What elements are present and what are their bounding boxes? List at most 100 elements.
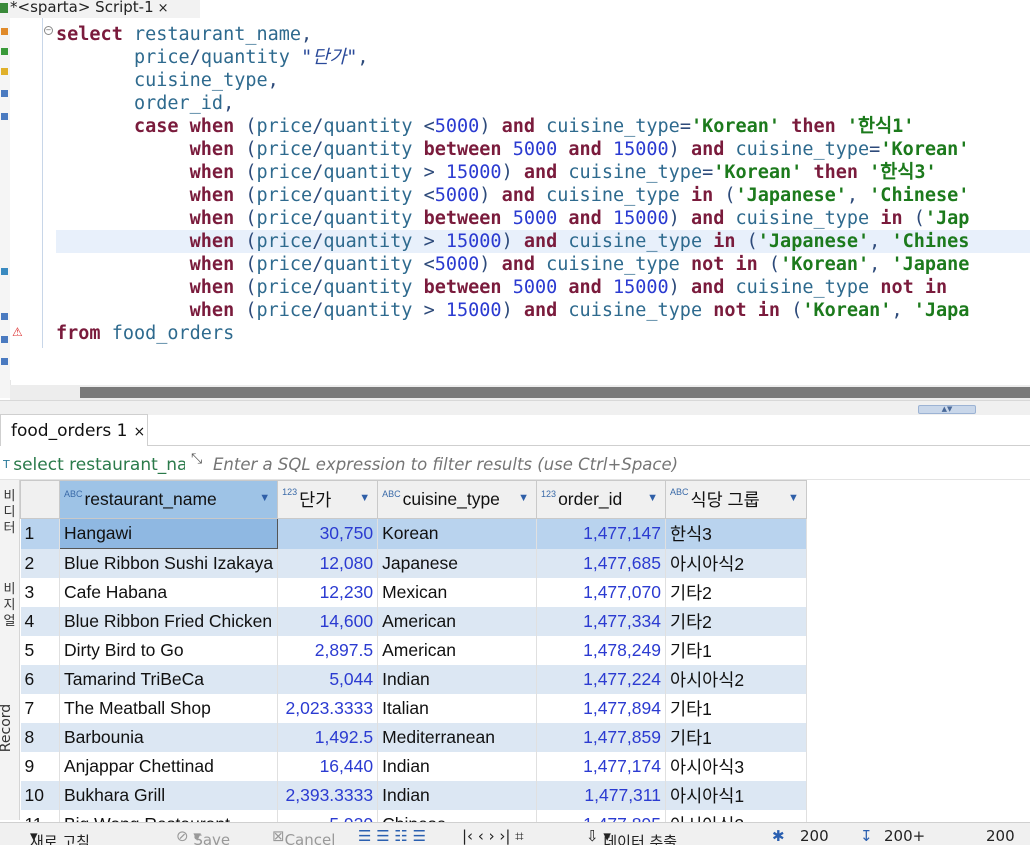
table-cell[interactable]: Indian [378, 781, 537, 810]
sql-line[interactable]: when (price/quantity between 5000 and 15… [56, 276, 947, 299]
row-number[interactable]: 9 [21, 752, 60, 781]
table-cell[interactable]: 아시아식2 [665, 549, 806, 579]
filter-input[interactable] [213, 453, 1013, 477]
table-cell[interactable]: 아시아식2 [665, 665, 806, 694]
fetch-size-input[interactable]: 200 [800, 827, 829, 845]
sql-line[interactable]: price/quantity "단가", [56, 46, 369, 69]
table-row[interactable]: 6Tamarind TriBeCa5,044Indian1,477,224아시아… [21, 665, 1030, 694]
side-label-4[interactable]: 비 [0, 583, 19, 596]
refresh-button[interactable]: 새로 고침 ▾ [30, 827, 38, 845]
row-edit-icons[interactable]: ☰ ☰ ☷ ☰ [358, 827, 426, 845]
side-label-5[interactable]: 지 [0, 599, 19, 612]
side-label-6[interactable]: 얼 [0, 615, 19, 628]
query-text[interactable]: T select restaurant_nam [3, 453, 185, 477]
file-icon[interactable] [1, 358, 8, 365]
column-header[interactable]: ABC식당 그룹▼ [665, 481, 806, 519]
record-toggle[interactable]: Record [0, 704, 14, 752]
row-number[interactable]: 3 [21, 578, 60, 607]
column-header[interactable]: ABCcuisine_type▼ [378, 481, 537, 519]
sql-line[interactable]: select restaurant_name, [56, 23, 312, 46]
row-number[interactable]: 8 [21, 723, 60, 752]
link-icon[interactable] [1, 313, 8, 320]
row-number[interactable]: 4 [21, 607, 60, 636]
run-icon[interactable] [1, 28, 8, 35]
table-cell[interactable]: 12,230 [278, 578, 378, 607]
history-icon[interactable] [1, 90, 8, 97]
table-cell[interactable]: Cafe Habana [59, 578, 277, 607]
table-cell[interactable]: 1,492.5 [278, 723, 378, 752]
table-cell[interactable]: 기타2 [665, 578, 806, 607]
table-row[interactable]: 9Anjappar Chettinad16,440Indian1,477,174… [21, 752, 1030, 781]
table-cell[interactable]: 30,750 [278, 519, 378, 549]
table-cell[interactable]: 1,477,224 [537, 665, 666, 694]
fetch-settings-icon[interactable]: ✱ [772, 827, 785, 845]
results-grid[interactable]: ABCrestaurant_name▼123단가▼ABCcuisine_type… [20, 480, 1030, 822]
sql-line[interactable]: when (price/quantity > 15000) and cuisin… [56, 299, 969, 322]
table-cell[interactable]: 1,477,334 [537, 607, 666, 636]
table-cell[interactable]: 14,600 [278, 607, 378, 636]
row-number[interactable]: 10 [21, 781, 60, 810]
sql-line[interactable]: when (price/quantity > 15000) and cuisin… [56, 230, 1030, 253]
panel-splitter[interactable] [0, 400, 1030, 415]
sql-editor[interactable]: select restaurant_name, price/quantity "… [56, 23, 1030, 363]
table-cell[interactable]: 아시아식2 [665, 810, 806, 822]
column-header[interactable]: ABCrestaurant_name▼ [59, 481, 277, 519]
results-tab[interactable]: food_orders 1× [0, 414, 148, 446]
side-label-2[interactable]: 디 [0, 506, 19, 519]
table-cell[interactable]: Indian [378, 752, 537, 781]
sql-line[interactable]: from food_orders [56, 322, 234, 345]
table-row[interactable]: 10Bukhara Grill2,393.3333Indian1,477,311… [21, 781, 1030, 810]
side-label-3[interactable]: 터 [0, 522, 19, 535]
table-cell[interactable]: Dirty Bird to Go [59, 636, 277, 665]
table-row[interactable]: 5Dirty Bird to Go2,897.5American1,478,24… [21, 636, 1030, 665]
sql-line[interactable]: case when (price/quantity <5000) and cui… [56, 115, 914, 138]
table-cell[interactable]: 1,477,895 [537, 810, 666, 822]
splitter-handle-icon[interactable]: ▲▼ [918, 405, 976, 414]
table-row[interactable]: 1Hangawi30,750Korean1,477,147한식3 [21, 519, 1030, 549]
table-cell[interactable]: 1,477,685 [537, 549, 666, 579]
table-cell[interactable]: Korean [378, 519, 537, 549]
editor-tab[interactable]: *<sparta> Script-1× [0, 0, 200, 18]
row-number[interactable]: 6 [21, 665, 60, 694]
table-cell[interactable]: Blue Ribbon Sushi Izakaya [59, 549, 277, 579]
table-cell[interactable]: 아시아식3 [665, 752, 806, 781]
table-row[interactable]: 2Blue Ribbon Sushi Izakaya12,080Japanese… [21, 549, 1030, 579]
table-cell[interactable]: 기타2 [665, 607, 806, 636]
table-cell[interactable]: Hangawi [59, 519, 277, 549]
table-cell[interactable]: 2,393.3333 [278, 781, 378, 810]
table-cell[interactable]: 1,477,174 [537, 752, 666, 781]
table-cell[interactable]: Barbounia [59, 723, 277, 752]
editor-horizontal-scrollbar[interactable] [80, 387, 1030, 398]
row-number[interactable]: 5 [21, 636, 60, 665]
table-cell[interactable]: 1,477,070 [537, 578, 666, 607]
lock-icon[interactable] [1, 336, 8, 343]
table-cell[interactable]: 아시아식1 [665, 781, 806, 810]
close-tab-icon[interactable]: × [158, 1, 169, 16]
fetch-more-button[interactable]: 200+ [884, 827, 925, 845]
table-cell[interactable]: Indian [378, 665, 537, 694]
table-cell[interactable]: American [378, 607, 537, 636]
table-row[interactable]: 8Barbounia1,492.5Mediterranean1,477,859기… [21, 723, 1030, 752]
fold-toggle-icon[interactable]: − [44, 26, 53, 35]
sql-line[interactable]: cuisine_type, [56, 69, 279, 92]
table-cell[interactable]: 1,477,147 [537, 519, 666, 549]
table-cell[interactable]: Italian [378, 694, 537, 723]
row-number[interactable]: 2 [21, 549, 60, 579]
table-cell[interactable]: 2,023.3333 [278, 694, 378, 723]
column-menu-icon[interactable]: ▼ [647, 492, 658, 504]
table-cell[interactable]: The Meatball Shop [59, 694, 277, 723]
table-row[interactable]: 4Blue Ribbon Fried Chicken14,600American… [21, 607, 1030, 636]
table-row[interactable]: 3Cafe Habana12,230Mexican1,477,070기타2 [21, 578, 1030, 607]
table-row[interactable]: 11Big Wong Restaurant5,920Chinese1,477,8… [21, 810, 1030, 822]
table-cell[interactable]: Mexican [378, 578, 537, 607]
row-number-header[interactable] [21, 481, 60, 519]
table-cell[interactable]: 기타1 [665, 636, 806, 665]
column-menu-icon[interactable]: ▼ [518, 492, 529, 504]
table-cell[interactable]: 1,477,894 [537, 694, 666, 723]
table-cell[interactable]: 1,477,311 [537, 781, 666, 810]
column-header[interactable]: 123단가▼ [278, 481, 378, 519]
table-cell[interactable]: 기타1 [665, 694, 806, 723]
side-label-1[interactable]: 비 [0, 490, 19, 503]
table-cell[interactable]: Mediterranean [378, 723, 537, 752]
row-number[interactable]: 7 [21, 694, 60, 723]
